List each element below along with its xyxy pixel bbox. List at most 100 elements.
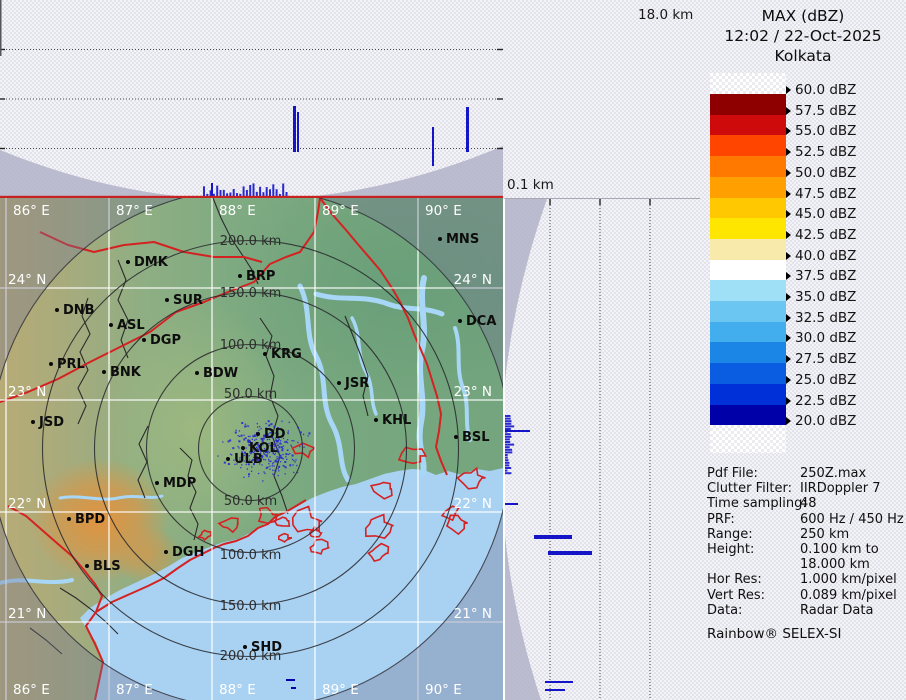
radar-site-name: Kolkata <box>700 46 906 66</box>
scale-tick-arrow <box>786 376 791 384</box>
info-value: IIRDoppler 7 <box>800 481 881 496</box>
city-label-mdp: MDP <box>163 476 196 491</box>
scale-tick-arrow <box>786 252 791 260</box>
city-label-dnb: DNB <box>63 303 95 318</box>
scale-band <box>710 384 786 405</box>
city-label-bnk: BNK <box>110 365 142 380</box>
city-dot-mdp <box>155 481 159 485</box>
latitude-label-right: 21° N <box>454 606 492 622</box>
city-dot-dca <box>458 319 462 323</box>
longitude-label-top: 87° E <box>116 203 153 219</box>
scale-tick-text: 57.5 dBZ <box>795 103 856 119</box>
range-ring-label: 100.0 km <box>220 548 282 563</box>
latitude-label-left: 22° N <box>8 496 46 512</box>
city-dot-dd <box>256 432 260 436</box>
info-label: Height: <box>707 542 754 557</box>
info-row: 18.000 km <box>700 557 906 572</box>
scale-tick-label: 30.0 dBZ <box>786 330 856 346</box>
scale-band <box>710 425 786 453</box>
city-dot-shd <box>243 645 247 649</box>
longitude-label-bottom: 90° E <box>425 682 462 698</box>
city-label-krg: KRG <box>271 347 302 362</box>
info-row: Height: 0.100 km to <box>700 542 906 557</box>
info-row: Time sampling:48 <box>700 496 906 511</box>
scale-tick-arrow <box>786 148 791 156</box>
scale-tick-text: 55.0 dBZ <box>795 123 856 139</box>
scale-tick-label: 40.0 dBZ <box>786 248 856 264</box>
right-cross-section-panel[interactable] <box>503 198 700 700</box>
latitude-label-left: 21° N <box>8 606 46 622</box>
scale-tick-arrow <box>786 210 791 218</box>
longitude-label-bottom: 86° E <box>13 682 50 698</box>
scale-tick-text: 45.0 dBZ <box>795 206 856 222</box>
city-dot-krg <box>263 352 267 356</box>
longitude-label-bottom: 88° E <box>219 682 256 698</box>
scale-tick-arrow <box>786 417 791 425</box>
info-row: Pdf File:250Z.max <box>700 466 906 481</box>
city-dot-dnb <box>55 308 59 312</box>
city-label-dd: DD <box>264 427 286 442</box>
city-dot-kol <box>241 446 245 450</box>
scale-tick-arrow <box>786 169 791 177</box>
scale-tick-text: 60.0 dBZ <box>795 82 856 98</box>
height-axis-max-label: 18.0 km <box>638 7 693 23</box>
longitude-label-bottom: 87° E <box>116 682 153 698</box>
city-label-brp: BRP <box>246 269 275 284</box>
info-value: 600 Hz / 450 Hz <box>800 512 904 527</box>
scale-tick-label: 35.0 dBZ <box>786 289 856 305</box>
city-dot-ulb <box>226 457 230 461</box>
city-label-bsl: BSL <box>462 430 490 445</box>
scale-band <box>710 260 786 281</box>
range-ring-label: 200.0 km <box>220 234 282 249</box>
latitude-label-left: 24° N <box>8 272 46 288</box>
city-dot-prl <box>49 362 53 366</box>
scale-band <box>710 405 786 426</box>
range-ring-label: 150.0 km <box>220 286 282 301</box>
city-label-khl: KHL <box>382 413 411 428</box>
city-label-bdw: BDW <box>203 366 238 381</box>
longitude-label-top: 90° E <box>425 203 462 219</box>
radar-display-window: 18.0 km 0.1 km <box>0 0 906 700</box>
longitude-label-top: 89° E <box>322 203 359 219</box>
city-label-prl: PRL <box>57 357 85 372</box>
info-label: Time sampling: <box>707 496 807 511</box>
scale-tick-arrow <box>786 293 791 301</box>
scale-tick-label: 25.0 dBZ <box>786 372 856 388</box>
city-dot-bls <box>85 564 89 568</box>
info-label: Hor Res: <box>707 572 762 587</box>
scale-band <box>710 156 786 177</box>
scale-tick-label: 32.5 dBZ <box>786 310 856 326</box>
latitude-label-left: 23° N <box>8 384 46 400</box>
scale-tick-label: 37.5 dBZ <box>786 268 856 284</box>
panel-separator-line <box>0 196 503 198</box>
scale-band <box>710 301 786 322</box>
latitude-label-right: 24° N <box>454 272 492 288</box>
scale-band <box>710 280 786 301</box>
scale-tick-text: 27.5 dBZ <box>795 351 856 367</box>
info-value: 18.000 km <box>800 557 870 572</box>
scale-tick-text: 42.5 dBZ <box>795 227 856 243</box>
height-axis-min-label: 0.1 km <box>507 177 554 193</box>
right-cross-section-plot <box>505 199 700 700</box>
scale-tick-arrow <box>786 231 791 239</box>
scale-tick-arrow <box>786 86 791 94</box>
city-dot-dgp <box>142 338 146 342</box>
scale-band <box>710 218 786 239</box>
city-dot-jsd <box>31 420 35 424</box>
top-cross-section-panel[interactable] <box>0 0 503 198</box>
scale-band <box>710 198 786 219</box>
range-ring-label: 50.0 km <box>224 387 277 402</box>
info-row: Clutter Filter:IIRDoppler 7 <box>700 481 906 496</box>
scale-tick-label: 50.0 dBZ <box>786 165 856 181</box>
city-dot-dgh <box>164 550 168 554</box>
scale-tick-arrow <box>786 397 791 405</box>
range-ring-label: 150.0 km <box>220 599 282 614</box>
scale-tick-label: 45.0 dBZ <box>786 206 856 222</box>
info-value: 0.100 km to <box>800 542 879 557</box>
city-label-jsr: JSR <box>344 376 369 391</box>
scale-band <box>710 342 786 363</box>
radar-map-panel[interactable]: 200.0 km150.0 km100.0 km50.0 km50.0 km10… <box>0 198 503 700</box>
radar-map: 200.0 km150.0 km100.0 km50.0 km50.0 km10… <box>0 198 503 700</box>
scale-tick-text: 32.5 dBZ <box>795 310 856 326</box>
city-label-dca: DCA <box>466 314 496 329</box>
